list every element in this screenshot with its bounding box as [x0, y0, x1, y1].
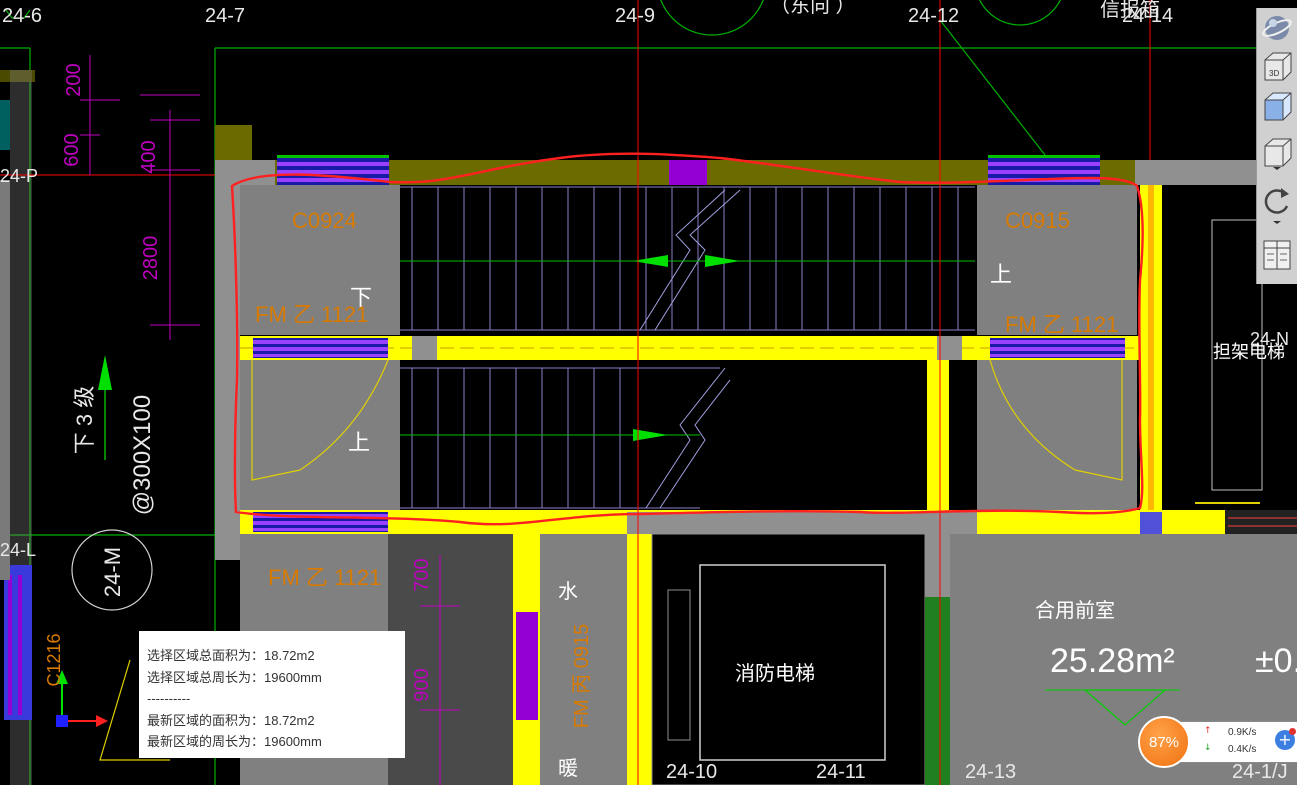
dim-2800: 2800 — [140, 236, 162, 281]
cube-dropdown-icon — [1264, 138, 1292, 170]
view-navigation-toolbar: 3D — [1256, 8, 1297, 284]
stair-label-down: 下 — [350, 285, 372, 310]
grid-label-24-13: 24-13 — [965, 761, 1016, 783]
yellow-column-mid — [927, 360, 949, 510]
door-panel-left — [253, 338, 388, 358]
info-total-area: 选择区域总面积为：18.72m2 — [147, 648, 315, 663]
landing-right-lower — [977, 360, 1137, 510]
top-column-purple — [669, 160, 707, 185]
door-label-fm-bing: FM 丙 0915 — [571, 624, 593, 728]
grid-label-24-10: 24-10 — [666, 761, 717, 783]
rotate-icon — [1264, 188, 1289, 224]
svg-text:3D: 3D — [1269, 69, 1279, 78]
room-label-shared-lobby: 合用前室 — [1035, 599, 1115, 622]
dim-600: 600 — [61, 133, 83, 166]
top-partial-text-mailbox: 信报箱 — [1100, 0, 1160, 21]
shaft-label-water: 水 — [558, 580, 578, 603]
rotate-view-button[interactable] — [1261, 184, 1293, 228]
view-front-button[interactable] — [1261, 90, 1293, 126]
info-latest-area: 最新区域的面积为：18.72m2 — [147, 712, 315, 728]
download-speed: 0.4K/s — [1228, 744, 1257, 755]
view-cube-dropdown-button[interactable] — [1261, 136, 1293, 176]
info-total-perimeter: 选择区域总周长为：19600mm — [147, 669, 322, 685]
shaft-label-heating: 暖 — [558, 757, 578, 780]
cube-3d-icon: 3D — [1264, 52, 1292, 81]
info-latest-perimeter: 最新区域的周长为：19600mm — [147, 734, 322, 749]
cube-front-icon — [1264, 92, 1292, 121]
landing-left-lower — [240, 360, 400, 510]
view-list-button[interactable] — [1261, 238, 1293, 274]
orbit-globe-button[interactable] — [1261, 12, 1293, 44]
grid-label-24-l: 24-L — [0, 540, 36, 560]
column-24-7 — [215, 125, 252, 165]
view-list-icon — [1263, 240, 1291, 270]
dim-200: 200 — [63, 63, 85, 96]
grid-label-24-9: 24-9 — [615, 5, 655, 27]
stair-label-up-left: 上 — [348, 430, 370, 455]
door-label-fm-3: FM 乙 1121 — [268, 565, 381, 590]
grid-label-24-p: 24-P — [0, 166, 38, 186]
info-separator: ---------- — [147, 691, 191, 706]
upload-arrow-icon: ↑ — [1204, 726, 1212, 736]
upload-speed: 0.9K/s — [1228, 727, 1257, 738]
network-speed-widget[interactable]: 87% ↑ 0.9K/s ↓ 0.4K/s + — [1138, 716, 1297, 768]
dim-400: 400 — [138, 140, 160, 173]
grid-bubble-label-24-m: 24-M — [100, 547, 125, 597]
note-down-3-steps: 下 3 级 — [72, 386, 97, 454]
pipe-shaft-area — [388, 534, 513, 785]
globe-icon — [1262, 16, 1292, 40]
shaft-door-purple — [516, 612, 538, 720]
elevation-mark: ±0. — [1255, 642, 1297, 680]
door-panel-right — [990, 338, 1125, 358]
window-label-c0915: C0915 — [1005, 208, 1070, 233]
window-label-c0924: C0924 — [292, 208, 357, 233]
download-arrow-icon: ↓ — [1204, 743, 1212, 753]
dim-900: 900 — [411, 668, 433, 701]
room-label-stretcher-elevator: 担架电梯 — [1213, 342, 1285, 362]
window-label-c1216: C1216 — [44, 633, 64, 686]
view-3d-button[interactable]: 3D — [1261, 50, 1293, 86]
note-step-size: @300X100 — [129, 395, 156, 515]
room-area-shared-lobby: 25.28m² — [1050, 642, 1175, 680]
area-measure-info-panel: 选择区域总面积为：18.72m2 选择区域总周长为：19600mm ------… — [139, 631, 405, 758]
dim-700: 700 — [411, 558, 433, 591]
grid-label-24-7: 24-7 — [205, 5, 245, 27]
grid-label-24-12: 24-12 — [908, 5, 959, 27]
notification-dot — [1289, 728, 1296, 735]
top-window-left — [277, 155, 389, 186]
top-partial-text-east: （东向 ） — [770, 0, 856, 17]
stair-label-up-right: 上 — [990, 262, 1012, 287]
room-label-fire-elevator: 消防电梯 — [735, 662, 815, 685]
door-label-fm-2: FM 乙 1121 — [1005, 312, 1118, 337]
memory-usage-percent[interactable]: 87% — [1138, 716, 1190, 768]
grid-label-24-6: 24-6 — [2, 5, 42, 27]
grid-label-24-11: 24-11 — [816, 761, 866, 783]
